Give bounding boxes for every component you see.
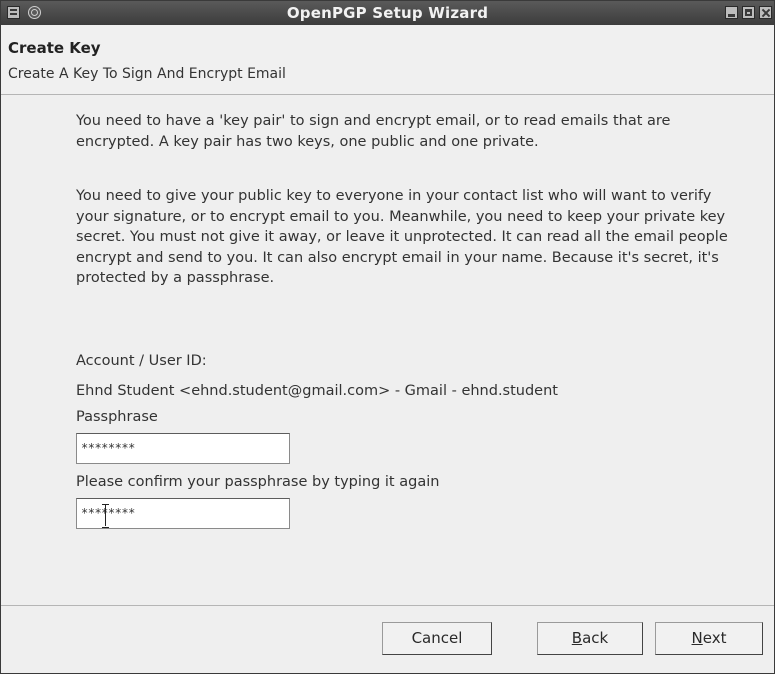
passphrase-input-value: ********: [81, 441, 135, 455]
wizard-window: OpenPGP Setup Wizard Create Key Create A…: [0, 0, 775, 674]
next-button[interactable]: Next: [655, 622, 763, 655]
footer-divider: [1, 605, 774, 606]
page-title: Create Key: [8, 39, 101, 57]
cancel-button[interactable]: Cancel: [382, 622, 492, 655]
account-label: Account / User ID:: [76, 353, 207, 369]
text-cursor-icon: [102, 504, 109, 528]
passphrase-label: Passphrase: [76, 409, 158, 425]
next-button-mnemonic: N: [691, 629, 703, 647]
wizard-header: Create Key Create A Key To Sign And Encr…: [1, 25, 774, 95]
back-button-label: ack: [582, 629, 609, 647]
title-bar-right-controls: [725, 6, 772, 19]
maximize-icon[interactable]: [742, 6, 755, 19]
intro-paragraph: You need to have a 'key pair' to sign an…: [76, 113, 671, 150]
title-bar[interactable]: OpenPGP Setup Wizard: [1, 1, 774, 25]
close-icon[interactable]: [759, 6, 772, 19]
account-value: Ehnd Student <ehnd.student@gmail.com> - …: [76, 383, 558, 399]
confirm-passphrase-input[interactable]: ********: [76, 498, 290, 529]
page-subtitle: Create A Key To Sign And Encrypt Email: [8, 66, 286, 82]
next-button-label: ext: [702, 629, 727, 647]
minimize-icon[interactable]: [725, 6, 738, 19]
window-title: OpenPGP Setup Wizard: [286, 4, 489, 22]
back-button-mnemonic: B: [571, 629, 583, 647]
back-button[interactable]: Back: [537, 622, 643, 655]
confirm-passphrase-label: Please confirm your passphrase by typing…: [76, 474, 440, 490]
explanation-paragraph: You need to give your public key to ever…: [76, 188, 728, 286]
passphrase-input[interactable]: ********: [76, 433, 290, 464]
